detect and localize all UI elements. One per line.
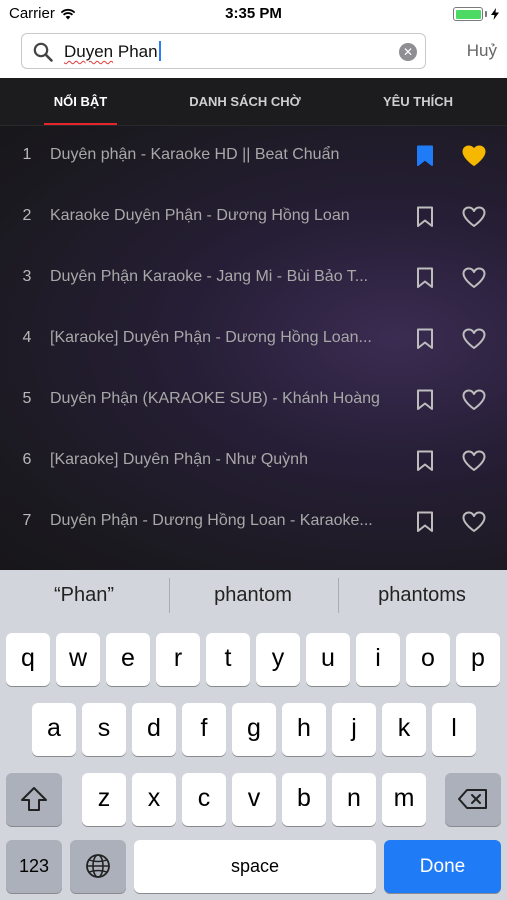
suggestion-1[interactable]: “Phan” <box>0 570 168 621</box>
globe-icon <box>86 854 110 878</box>
charging-icon <box>491 8 499 20</box>
bookmark-icon[interactable] <box>416 450 434 472</box>
heart-icon[interactable] <box>462 206 486 228</box>
suggestion-3[interactable]: phantoms <box>338 570 506 621</box>
globe-key[interactable] <box>70 840 126 893</box>
key-f[interactable]: f <box>182 703 226 756</box>
list-item[interactable]: 5 Duyên Phận (KARAOKE SUB) - Khánh Hoàng <box>0 370 507 431</box>
shift-icon <box>21 787 47 811</box>
list-item[interactable]: 3 Duyên Phận Karaoke - Jang Mi - Bùi Bảo… <box>0 248 507 309</box>
key-c[interactable]: c <box>182 773 226 826</box>
key-d[interactable]: d <box>132 703 176 756</box>
heart-icon[interactable] <box>462 145 486 167</box>
heart-icon[interactable] <box>462 450 486 472</box>
clear-icon[interactable]: ✕ <box>399 43 417 61</box>
song-title[interactable]: Karaoke Duyên Phận - Dương Hồng Loan <box>50 207 395 225</box>
row-number: 2 <box>22 207 32 224</box>
backspace-key[interactable] <box>445 773 501 826</box>
list-item[interactable]: 6 [Karaoke] Duyên Phận - Như Quỳnh <box>0 431 507 492</box>
key-h[interactable]: h <box>282 703 326 756</box>
list-item[interactable]: 7 Duyên Phận - Dương Hồng Loan - Karaoke… <box>0 492 507 553</box>
key-t[interactable]: t <box>206 633 250 686</box>
heart-icon[interactable] <box>462 511 486 533</box>
heart-icon[interactable] <box>462 267 486 289</box>
list-item[interactable]: 1 Duyên phận - Karaoke HD || Beat Chuẩn <box>0 126 507 187</box>
key-p[interactable]: p <box>456 633 500 686</box>
bookmark-icon[interactable] <box>416 511 434 533</box>
key-i[interactable]: i <box>356 633 400 686</box>
row-number: 1 <box>22 146 32 163</box>
key-b[interactable]: b <box>282 773 326 826</box>
bookmark-icon[interactable] <box>416 206 434 228</box>
tab-bar: NỔI BẬT DANH SÁCH CHỜ YÊU THÍCH <box>0 78 507 126</box>
key-z[interactable]: z <box>82 773 126 826</box>
key-y[interactable]: y <box>256 633 300 686</box>
clock: 3:35 PM <box>225 5 282 22</box>
song-title[interactable]: Duyên Phận - Dương Hồng Loan - Karaoke..… <box>50 512 395 530</box>
key-u[interactable]: u <box>306 633 350 686</box>
key-j[interactable]: j <box>332 703 376 756</box>
search-query-misspelled: Duyen <box>64 42 114 61</box>
row-number: 7 <box>22 512 32 529</box>
key-k[interactable]: k <box>382 703 426 756</box>
bookmark-icon[interactable] <box>416 145 434 167</box>
search-header: Duyen Phan ✕ Huỷ <box>0 28 507 78</box>
row-number: 6 <box>22 451 32 468</box>
bookmark-icon[interactable] <box>416 267 434 289</box>
keyboard: “Phan” phantom phantoms q w e r t y u i … <box>0 570 507 900</box>
key-m[interactable]: m <box>382 773 426 826</box>
bookmark-icon[interactable] <box>416 389 434 411</box>
numbers-key[interactable]: 123 <box>6 840 62 893</box>
key-v[interactable]: v <box>232 773 276 826</box>
suggestion-bar: “Phan” phantom phantoms <box>0 570 507 621</box>
tab-active-indicator <box>44 123 117 125</box>
backspace-icon <box>458 789 487 809</box>
tab-yeu-thich[interactable]: YÊU THÍCH <box>360 78 476 126</box>
text-caret <box>158 41 161 61</box>
cancel-button[interactable]: Huỷ <box>467 41 497 61</box>
done-key[interactable]: Done <box>384 840 501 893</box>
row-number: 4 <box>22 329 32 346</box>
key-a[interactable]: a <box>32 703 76 756</box>
status-bar: Carrier 3:35 PM <box>0 0 507 28</box>
bookmark-icon[interactable] <box>416 328 434 350</box>
key-g[interactable]: g <box>232 703 276 756</box>
key-w[interactable]: w <box>56 633 100 686</box>
key-l[interactable]: l <box>432 703 476 756</box>
shift-key[interactable] <box>6 773 62 826</box>
song-title[interactable]: [Karaoke] Duyên Phận - Dương Hồng Loan..… <box>50 329 395 347</box>
search-icon <box>33 42 53 62</box>
song-title[interactable]: [Karaoke] Duyên Phận - Như Quỳnh <box>50 451 395 469</box>
list-item[interactable]: 2 Karaoke Duyên Phận - Dương Hồng Loan <box>0 187 507 248</box>
tab-danh-sach-cho[interactable]: DANH SÁCH CHỜ <box>170 78 320 126</box>
search-query[interactable]: Duyen Phan <box>64 41 161 62</box>
suggestion-2[interactable]: phantom <box>169 570 337 621</box>
song-title[interactable]: Duyên phận - Karaoke HD || Beat Chuẩn <box>50 146 395 164</box>
search-query-rest: Phan <box>113 42 158 61</box>
key-x[interactable]: x <box>132 773 176 826</box>
key-q[interactable]: q <box>6 633 50 686</box>
list-item[interactable]: 4 [Karaoke] Duyên Phận - Dương Hồng Loan… <box>0 309 507 370</box>
space-key[interactable]: space <box>134 840 376 893</box>
key-s[interactable]: s <box>82 703 126 756</box>
key-o[interactable]: o <box>406 633 450 686</box>
song-title[interactable]: Duyên Phận (KARAOKE SUB) - Khánh Hoàng <box>50 390 395 408</box>
battery-icon <box>453 7 499 21</box>
key-r[interactable]: r <box>156 633 200 686</box>
row-number: 5 <box>22 390 32 407</box>
results-list[interactable]: 1 Duyên phận - Karaoke HD || Beat Chuẩn … <box>0 126 507 570</box>
row-number: 3 <box>22 268 32 285</box>
search-input[interactable]: Duyen Phan ✕ <box>21 33 426 69</box>
song-title[interactable]: Duyên Phận Karaoke - Jang Mi - Bùi Bảo T… <box>50 268 395 286</box>
heart-icon[interactable] <box>462 328 486 350</box>
tab-noi-bat[interactable]: NỔI BẬT <box>20 78 141 126</box>
key-n[interactable]: n <box>332 773 376 826</box>
key-e[interactable]: e <box>106 633 150 686</box>
heart-icon[interactable] <box>462 389 486 411</box>
